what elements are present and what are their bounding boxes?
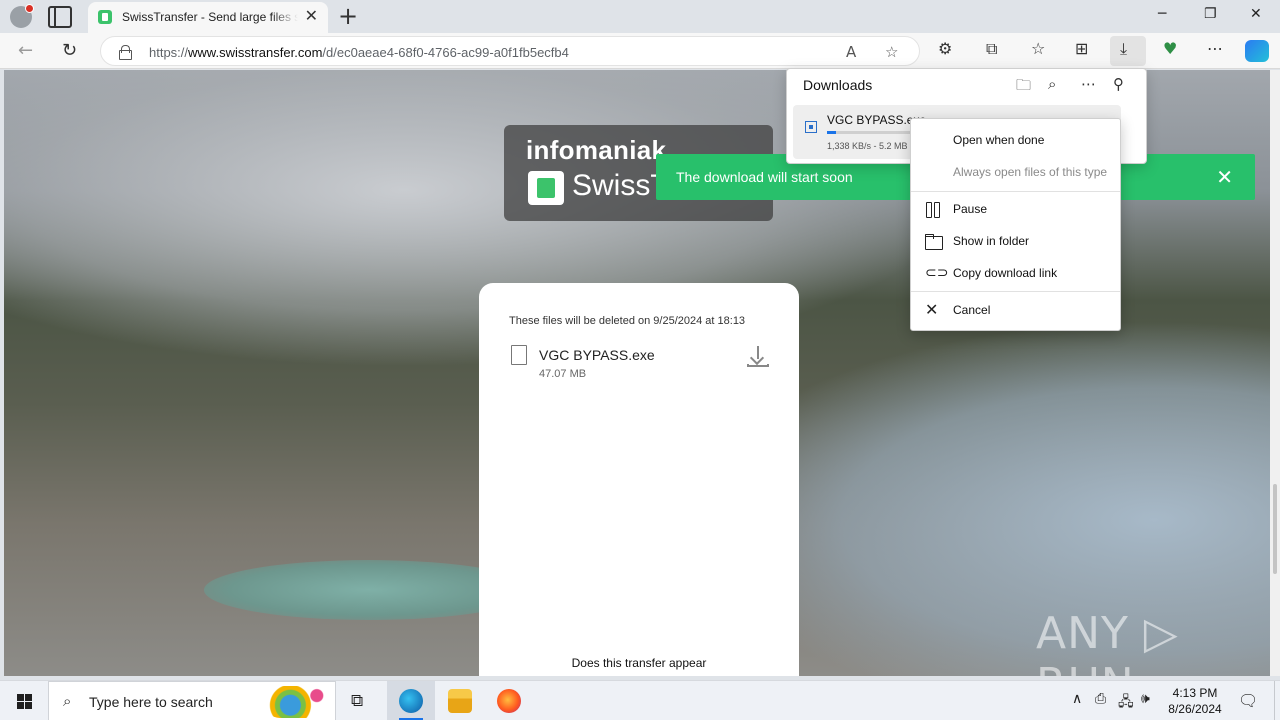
tab-actions-icon[interactable] [48, 6, 72, 28]
link-icon: ⊂⊃ [925, 265, 949, 281]
anyrun-watermark: ANY ▷ RUN [1036, 608, 1179, 676]
minimize-button[interactable]: ─ [1158, 6, 1166, 22]
taskbar-clock[interactable]: 4:13 PM 8/26/2024 [1160, 685, 1230, 717]
back-button[interactable]: ← [18, 40, 33, 61]
search-highlight-icon [264, 686, 330, 718]
edge-icon [399, 689, 423, 713]
tab-close-icon[interactable]: ✕ [305, 9, 318, 25]
menu-copy-link[interactable]: ⊂⊃ Copy download link [911, 258, 1120, 288]
favorites-icon[interactable]: ☆ [1031, 39, 1045, 58]
extensions-icon[interactable]: ⚙ [938, 39, 952, 58]
toast-close-icon[interactable]: ✕ [1216, 165, 1233, 189]
menu-show-in-folder-label: Show in folder [953, 234, 1030, 248]
menu-open-when-done[interactable]: Open when done [911, 125, 1120, 155]
split-screen-icon[interactable]: ⧉ [986, 39, 997, 59]
new-tab-button[interactable]: + [338, 3, 358, 29]
address-bar[interactable]: https://www.swisstransfer.com/d/ec0aeae4… [100, 36, 920, 66]
menu-divider [911, 291, 1120, 292]
show-desktop-button[interactable] [1274, 681, 1280, 720]
toast-message: The download will start soon [676, 169, 853, 185]
download-icon: ⤓ [1120, 39, 1128, 58]
search-icon: ⌕ [63, 692, 72, 710]
file-size: 47.07 MB [539, 368, 587, 380]
folder-icon [925, 233, 943, 250]
volume-icon[interactable]: 🕪 [1141, 691, 1150, 707]
downloads-more-icon[interactable]: ⋯ [1081, 75, 1096, 93]
menu-show-in-folder[interactable]: Show in folder [911, 226, 1120, 256]
download-progress-bar [827, 131, 911, 134]
menu-copy-link-label: Copy download link [953, 266, 1058, 280]
deletion-note: These files will be deleted on 9/25/2024… [509, 315, 746, 327]
tray-chevron-icon[interactable]: ∧ [1072, 691, 1082, 707]
menu-always-open: Always open files of this type [911, 157, 1120, 187]
search-downloads-icon[interactable]: ⌕ [1048, 75, 1056, 93]
close-window-button[interactable]: ✕ [1250, 6, 1262, 22]
file-explorer-icon[interactable] [448, 689, 472, 713]
swisstransfer-favicon-icon [98, 10, 112, 24]
menu-pause[interactable]: Pause [911, 194, 1120, 224]
browser-toolbar: ← ↻ https://www.swisstransfer.com/d/ec0a… [0, 33, 1280, 69]
downloads-button[interactable]: ⤓ [1110, 36, 1146, 66]
tab-swisstransfer[interactable]: SwissTransfer - Send large files se ✕ [88, 2, 328, 33]
menu-divider [911, 191, 1120, 192]
menu-open-when-done-label: Open when done [953, 133, 1045, 147]
download-progress-fill [827, 131, 837, 134]
task-view-icon[interactable]: ⧉ [351, 691, 363, 711]
download-item-status: 1,338 KB/s - 5.2 MB [827, 141, 908, 151]
clock-time: 4:13 PM [1172, 686, 1218, 700]
firefox-icon[interactable] [497, 689, 521, 713]
file-icon [511, 345, 527, 365]
file-name[interactable]: VGC BYPASS.exe [539, 347, 655, 363]
report-transfer-text: Does this transfer appear [571, 656, 707, 670]
menu-always-open-label: Always open files of this type [953, 165, 1108, 179]
start-button[interactable] [0, 681, 48, 720]
tab-title: SwissTransfer - Send large files se [122, 10, 298, 24]
browser-essentials-icon[interactable]: ♥ [1163, 39, 1177, 58]
search-placeholder: Type here to search [89, 694, 213, 710]
cancel-icon: ✕ [925, 300, 939, 319]
exe-file-icon [805, 121, 817, 133]
taskbar-edge[interactable] [387, 681, 435, 720]
copilot-icon[interactable] [1245, 40, 1269, 62]
download-context-menu: Open when done Always open files of this… [910, 118, 1121, 331]
taskbar: ⌕ Type here to search ⧉ ∧ ⎙ 🖧 🕪 4:13 PM … [0, 680, 1280, 720]
taskbar-search-box[interactable]: ⌕ Type here to search [48, 681, 336, 720]
pause-icon [925, 201, 941, 218]
page-scrollbar[interactable] [1270, 70, 1280, 676]
profile-avatar-icon[interactable] [10, 4, 34, 28]
menu-pause-label: Pause [953, 202, 988, 216]
network-icon[interactable]: 🖧 [1118, 691, 1134, 715]
clock-date: 8/26/2024 [1168, 702, 1222, 716]
transfer-card: These files will be deleted on 9/25/2024… [479, 283, 799, 676]
downloads-title: Downloads [803, 77, 873, 93]
collections-icon[interactable]: ⊞ [1075, 39, 1088, 58]
reload-button[interactable]: ↻ [62, 40, 77, 61]
tab-bar: SwissTransfer - Send large files se ✕ + … [0, 0, 1280, 33]
lock-icon[interactable] [119, 45, 132, 60]
favorite-star-icon[interactable]: ☆ [885, 43, 898, 61]
swisstransfer-logo-icon [528, 171, 564, 205]
read-aloud-icon[interactable]: A [846, 43, 856, 61]
notification-icon[interactable]: 🗨 [1238, 691, 1258, 710]
infomaniak-logo-text: infomaniak [526, 135, 667, 165]
file-download-icon[interactable] [747, 345, 769, 367]
windows-logo-icon [17, 694, 24, 701]
maximize-button[interactable]: ❐ [1204, 6, 1217, 22]
pin-icon[interactable]: ⚲ [1113, 75, 1124, 93]
open-folder-icon[interactable]: 🗀 [1016, 75, 1031, 100]
settings-more-icon[interactable]: ⋯ [1207, 39, 1223, 58]
url-text[interactable]: https://www.swisstransfer.com/d/ec0aeae4… [149, 45, 569, 60]
menu-cancel-label: Cancel [953, 303, 991, 317]
menu-cancel[interactable]: ✕ Cancel [911, 295, 1120, 325]
tray-device-icon[interactable]: ⎙ [1095, 691, 1106, 707]
